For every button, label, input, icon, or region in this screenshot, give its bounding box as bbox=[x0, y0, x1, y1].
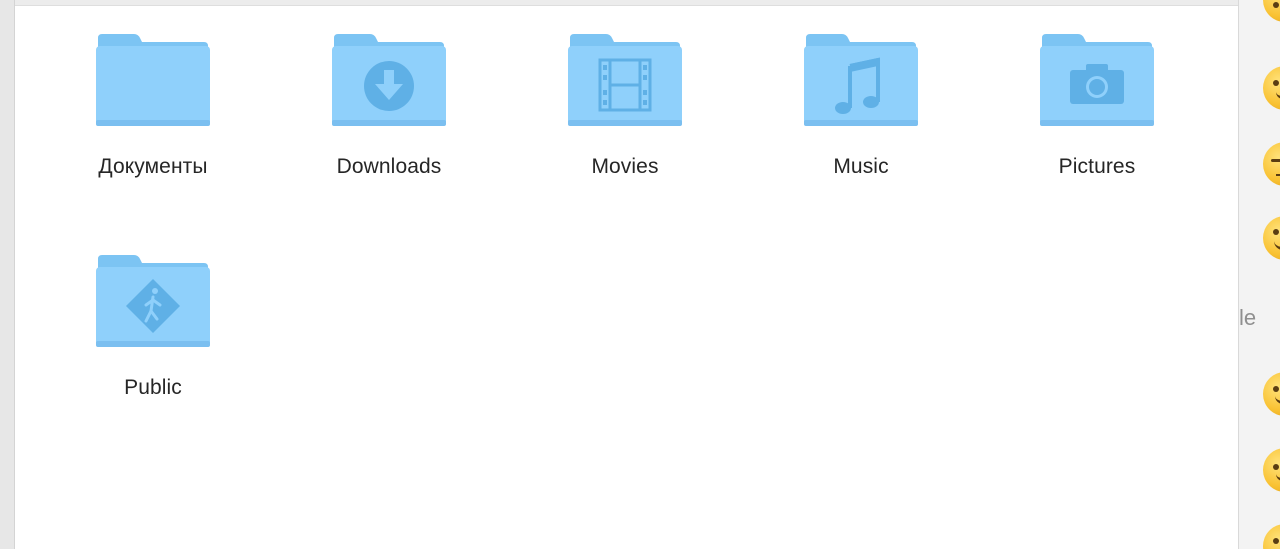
music-folder-icon bbox=[804, 34, 918, 126]
folder-item-movies[interactable]: Movies bbox=[507, 0, 743, 200]
pictures-folder-icon bbox=[1040, 34, 1154, 126]
public-folder-icon bbox=[96, 255, 210, 347]
folder-label: Music bbox=[833, 155, 889, 178]
folder-label: Movies bbox=[591, 155, 659, 178]
window-left-edge bbox=[0, 0, 15, 549]
emoji-icon[interactable] bbox=[1263, 142, 1280, 186]
folder-label: Downloads bbox=[336, 155, 442, 178]
folder-item-public[interactable]: Public bbox=[35, 221, 271, 421]
finder-window: Документы Downloads Movies Music Picture… bbox=[15, 0, 1239, 549]
folder-item-downloads[interactable]: Downloads bbox=[271, 0, 507, 200]
folder-item-pictures[interactable]: Pictures bbox=[979, 0, 1215, 200]
category-label-partial: le bbox=[1239, 305, 1257, 330]
emoji-icon[interactable] bbox=[1263, 66, 1280, 110]
downloads-folder-icon bbox=[332, 34, 446, 126]
emoji-side-panel: le bbox=[1239, 0, 1280, 549]
folder-item-music[interactable]: Music bbox=[743, 0, 979, 200]
emoji-icon[interactable] bbox=[1263, 372, 1280, 416]
movies-folder-icon bbox=[568, 34, 682, 126]
emoji-icon[interactable] bbox=[1263, 524, 1280, 549]
emoji-icon[interactable] bbox=[1263, 216, 1280, 260]
folder-grid: Документы Downloads Movies Music Picture… bbox=[15, 0, 1238, 549]
emoji-icon[interactable] bbox=[1263, 0, 1280, 22]
folder-label: Pictures bbox=[1058, 155, 1136, 178]
folder-item-documents[interactable]: Документы bbox=[35, 0, 271, 200]
folder-label: Public bbox=[124, 376, 182, 399]
folder-icon bbox=[96, 34, 210, 126]
folder-label: Документы bbox=[98, 155, 208, 178]
emoji-icon[interactable] bbox=[1263, 448, 1280, 492]
